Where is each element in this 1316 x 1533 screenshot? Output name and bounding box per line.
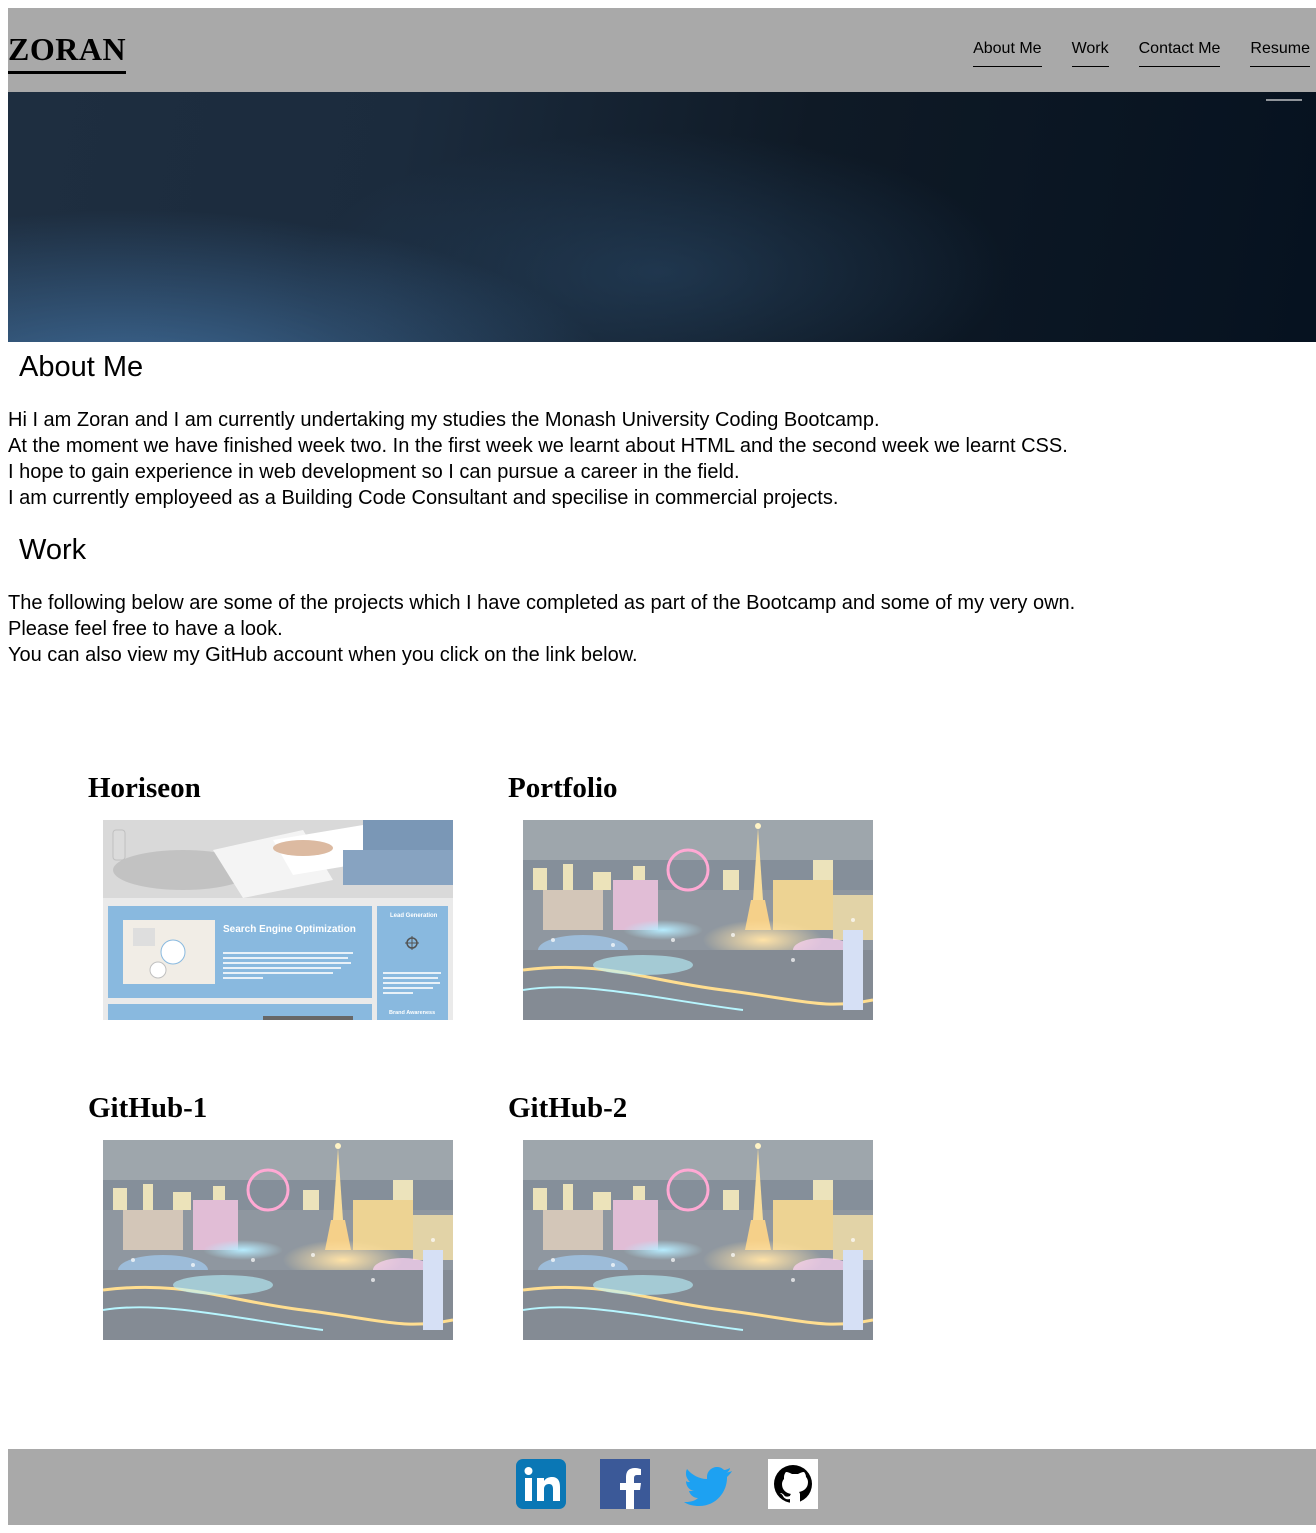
project-thumbnail-portfolio[interactable] — [523, 820, 873, 1020]
work-title: Work — [19, 534, 87, 566]
about-title: About Me — [19, 351, 144, 383]
nav-work[interactable]: Work — [1071, 38, 1109, 67]
project-card-github-2: GitHub-2 — [508, 1091, 878, 1340]
project-title: Portfolio — [508, 772, 618, 804]
project-card-portfolio: Portfolio — [508, 771, 878, 1020]
site-footer — [8, 1449, 1316, 1525]
site-header: ZORAN About Me Work Contact Me Resume — [8, 8, 1316, 92]
project-thumbnail-github-2[interactable] — [523, 1140, 873, 1340]
about-line: I hope to gain experience in web develop… — [8, 461, 740, 483]
main-nav: About Me Work Contact Me Resume — [973, 38, 1310, 67]
hero-light-streak — [1266, 99, 1302, 101]
nav-contact-me[interactable]: Contact Me — [1138, 38, 1221, 67]
project-title: GitHub-2 — [508, 1092, 628, 1124]
twitter-icon[interactable] — [684, 1459, 734, 1509]
nav-resume[interactable]: Resume — [1250, 38, 1310, 67]
github-icon[interactable] — [768, 1459, 818, 1509]
about-line: At the moment we have finished week two.… — [8, 435, 1068, 457]
work-line: Please feel free to have a look. — [8, 618, 283, 640]
project-card-horiseon: Horiseon Search Engine Optimization Lead… — [88, 771, 458, 1020]
work-text: The following below are some of the proj… — [8, 590, 1075, 668]
facebook-icon[interactable] — [600, 1459, 650, 1509]
project-thumbnail-github-1[interactable] — [103, 1140, 453, 1340]
site-logo[interactable]: ZORAN — [8, 31, 127, 74]
about-line: Hi I am Zoran and I am currently underta… — [8, 409, 880, 431]
about-text: Hi I am Zoran and I am currently underta… — [8, 407, 1068, 511]
work-line: The following below are some of the proj… — [8, 592, 1076, 614]
project-thumbnail-horiseon[interactable]: Search Engine Optimization Lead Generati… — [103, 820, 453, 1020]
project-title: GitHub-1 — [88, 1092, 208, 1124]
work-line: You can also view my GitHub account when… — [8, 644, 638, 666]
hero-banner — [8, 92, 1316, 342]
project-title: Horiseon — [88, 772, 201, 804]
about-line: I am currently employeed as a Building C… — [8, 487, 839, 509]
project-card-github-1: GitHub-1 — [88, 1091, 458, 1340]
linkedin-icon[interactable] — [516, 1459, 566, 1509]
nav-about-me[interactable]: About Me — [973, 38, 1042, 67]
page: ZORAN About Me Work Contact Me Resume Ab… — [0, 0, 1316, 1533]
social-links — [516, 1459, 818, 1509]
